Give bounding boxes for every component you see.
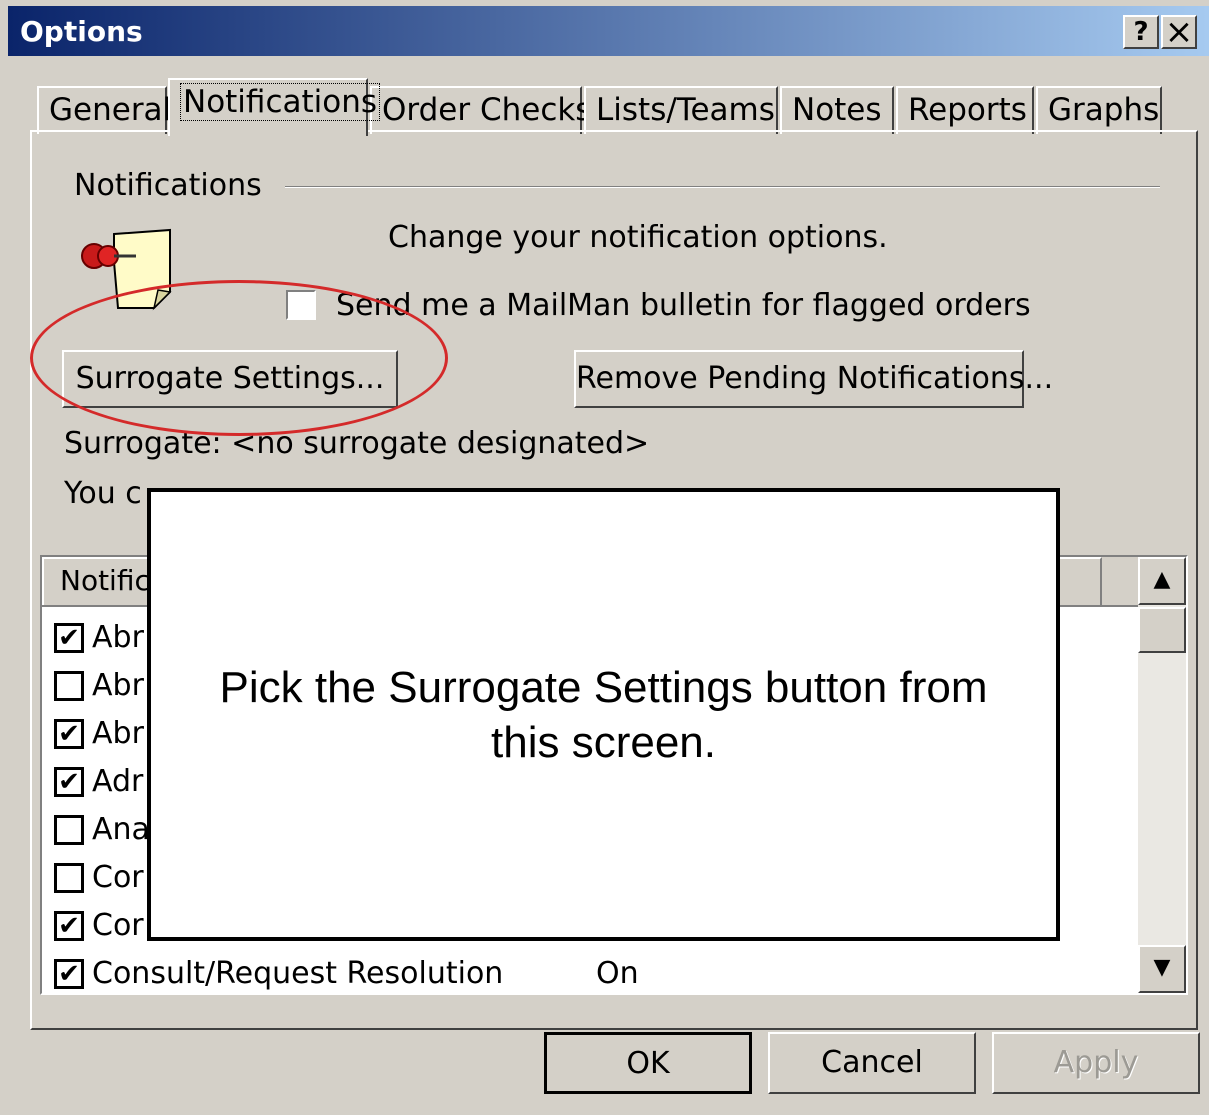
- surrogate-status: Surrogate: <no surrogate designated>: [64, 426, 650, 461]
- list-item-label: Cor: [92, 908, 144, 943]
- title-bar: Options ? ×: [8, 6, 1209, 56]
- notification-description: Change your notification options.: [388, 220, 888, 255]
- apply-button[interactable]: Apply: [992, 1032, 1200, 1094]
- cancel-button[interactable]: Cancel: [768, 1032, 976, 1094]
- tab-order-checks[interactable]: Order Checks: [370, 86, 591, 134]
- tab-notes[interactable]: Notes: [780, 86, 894, 134]
- close-button[interactable]: ×: [1161, 15, 1197, 49]
- group-label-notifications: Notifications: [74, 168, 262, 203]
- list-item-label: Abr: [92, 668, 144, 703]
- list-item-label: Cor: [92, 860, 144, 895]
- scroll-up-icon[interactable]: ▲: [1138, 557, 1186, 605]
- tab-reports[interactable]: Reports: [896, 86, 1034, 134]
- list-item-label: Adr: [92, 764, 144, 799]
- list-item-label: Ana: [92, 812, 150, 847]
- vertical-scrollbar[interactable]: ▲ ▼: [1138, 557, 1186, 993]
- checkbox-checked[interactable]: ✔: [54, 623, 84, 653]
- tab-lists-teams[interactable]: Lists/Teams: [584, 86, 778, 134]
- checkbox-unchecked[interactable]: [54, 815, 84, 845]
- list-item-value: On: [596, 956, 639, 991]
- checkbox-unchecked[interactable]: [54, 671, 84, 701]
- checkbox-checked[interactable]: ✔: [54, 911, 84, 941]
- tab-graphs[interactable]: Graphs: [1036, 86, 1162, 134]
- checkbox-checked[interactable]: ✔: [54, 719, 84, 749]
- tab-notifications-label: Notifications: [180, 83, 381, 121]
- list-item-label: Abr: [92, 716, 144, 751]
- help-button[interactable]: ?: [1123, 15, 1159, 49]
- tab-notifications[interactable]: Notifications: [168, 78, 381, 136]
- list-item-label: Consult/Request Resolution: [92, 956, 504, 991]
- scroll-thumb[interactable]: [1138, 607, 1186, 653]
- instruction-line-2: this screen.: [491, 718, 716, 767]
- group-divider: [285, 186, 1160, 188]
- checkbox-checked[interactable]: ✔: [54, 959, 84, 989]
- mailman-bulletin-label: Send me a MailMan bulletin for flagged o…: [336, 288, 1031, 323]
- instruction-text: Pick the Surrogate Settings button from …: [151, 660, 1056, 770]
- remove-pending-notifications-button[interactable]: Remove Pending Notifications...: [574, 350, 1053, 408]
- highlight-ellipse: [30, 280, 448, 436]
- ok-button[interactable]: OK: [544, 1032, 752, 1094]
- list-item-label: Abr: [92, 620, 144, 655]
- window-title: Options: [20, 15, 143, 48]
- checkbox-checked[interactable]: ✔: [54, 767, 84, 797]
- scroll-down-icon[interactable]: ▼: [1138, 945, 1186, 993]
- checkbox-unchecked[interactable]: [54, 863, 84, 893]
- tab-general[interactable]: General: [37, 86, 171, 134]
- instruction-callout: Pick the Surrogate Settings button from …: [147, 488, 1060, 941]
- instruction-line-1: Pick the Surrogate Settings button from: [219, 663, 988, 712]
- info-text-partial: You c: [64, 476, 142, 511]
